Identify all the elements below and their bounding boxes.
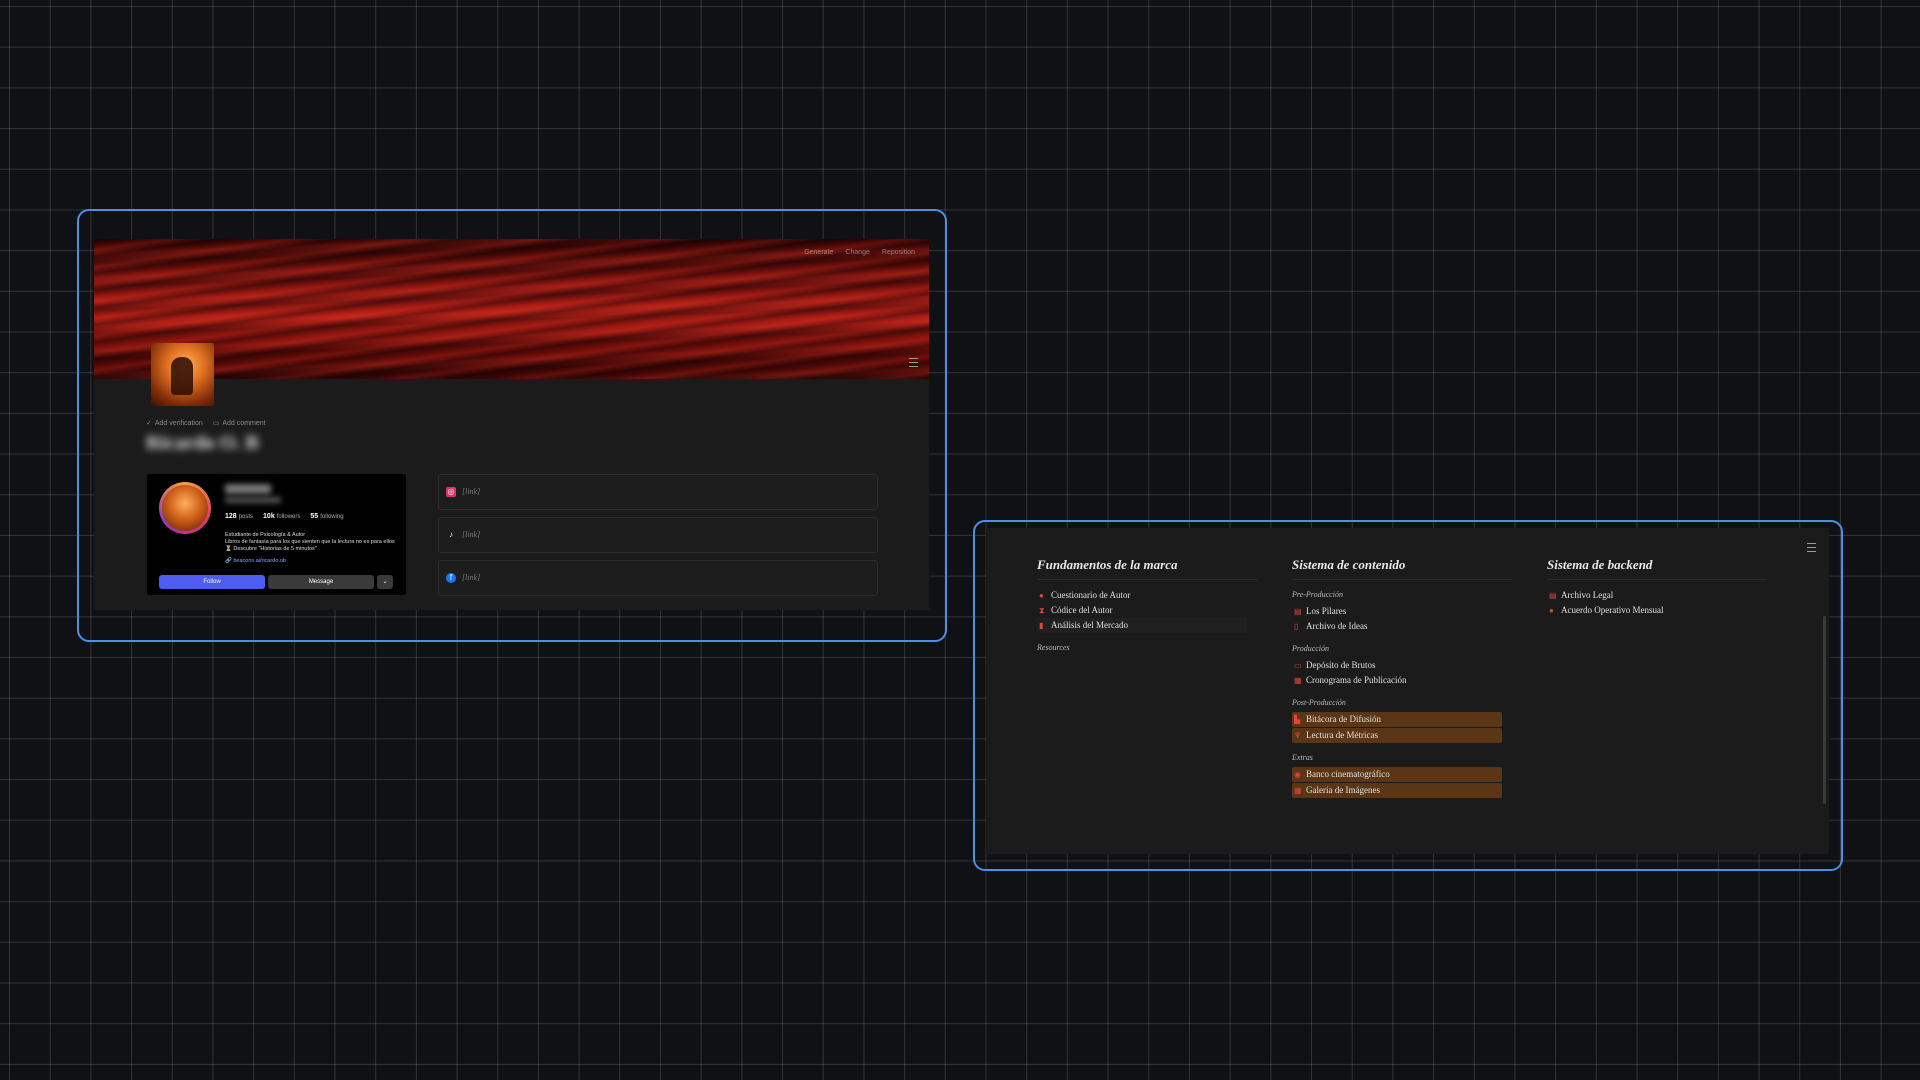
verified-icon: ✓ xyxy=(146,420,152,427)
link-cronograma-publicacion[interactable]: ▦ Cronograma de Publicación xyxy=(1292,673,1502,688)
link-analisis-mercado[interactable]: ▮ Análisis del Mercado xyxy=(1037,618,1247,633)
camera-icon: ◉ xyxy=(1294,770,1301,779)
ig-stats: 128 posts 10k followers 55 following xyxy=(225,513,344,520)
comment-icon: ▭ xyxy=(212,420,220,427)
cover-generate-button[interactable]: Generate xyxy=(804,249,833,256)
cover-menu: Generate Change Reposition xyxy=(804,249,915,256)
divider xyxy=(1292,579,1512,580)
ig-bio-link[interactable]: 🔗 beacons.ai/ricardo.ob xyxy=(225,558,286,564)
trophy-icon: ♆ xyxy=(1294,731,1302,740)
follow-button[interactable]: Follow xyxy=(159,575,265,589)
cover-change-button[interactable]: Change xyxy=(845,249,870,256)
section-label: Post-Producción xyxy=(1292,698,1346,707)
add-verification-button[interactable]: ✓ Add verification xyxy=(146,419,203,427)
link-archivo-ideas[interactable]: ▯ Archivo de Ideas xyxy=(1292,619,1502,634)
resources-label: Resources xyxy=(1037,643,1070,652)
link-lectura-metricas[interactable]: ♆ Lectura de Métricas xyxy=(1292,728,1502,743)
bar-chart-icon: ▮ xyxy=(1039,621,1044,630)
profile-page-window: Generate Change Reposition ✓ Add verifica… xyxy=(94,239,929,610)
link-cuestionario-autor[interactable]: ● Cuestionario de Autor xyxy=(1037,588,1247,603)
more-options-button[interactable]: ⌄ xyxy=(377,575,393,589)
section-label: Extras xyxy=(1292,753,1313,762)
section-label: Producción xyxy=(1292,644,1330,653)
scrollbar[interactable] xyxy=(1823,616,1826,804)
chart-icon: ▙ xyxy=(1294,715,1301,724)
cover-reposition-button[interactable]: Reposition xyxy=(882,249,915,256)
ig-username-blurred xyxy=(225,484,271,494)
document-icon: ▤ xyxy=(1549,591,1557,600)
column-title: Fundamentos de la marca xyxy=(1037,557,1178,572)
page-title[interactable]: Ricardo O. B xyxy=(146,432,259,455)
ig-posts-stat: 128 posts xyxy=(225,513,254,520)
page-icon-image[interactable] xyxy=(151,343,214,406)
add-comment-button[interactable]: ▭ Add comment xyxy=(213,419,266,427)
calendar-icon: ▦ xyxy=(1294,676,1302,685)
column-brand-foundations: Fundamentos de la marca ● Cuestionario de… xyxy=(1037,557,1257,657)
bookmark-icon: ▯ xyxy=(1294,622,1299,631)
column-backend-system: Sistema de backend ▤ Archivo Legal ● Acuer… xyxy=(1547,557,1767,618)
message-button[interactable]: Message xyxy=(268,575,374,589)
link-los-pilares[interactable]: ▤ Los Pilares xyxy=(1292,604,1502,619)
column-content-system: Sistema de contenido Pre-Producción ▤ Los… xyxy=(1292,557,1512,799)
tiktok-icon: ♪ xyxy=(449,530,453,539)
section-label: Pre-Producción xyxy=(1292,590,1343,599)
book-icon: ▤ xyxy=(1294,607,1302,616)
link-deposito-brutos[interactable]: ▭ Depósito de Brutos xyxy=(1292,658,1502,673)
column-title: Sistema de contenido xyxy=(1292,557,1406,572)
instagram-link-row[interactable]: ◎ [link] xyxy=(438,474,878,510)
image-grid-icon: ▦ xyxy=(1294,786,1302,795)
link-codice-autor[interactable]: ⧗ Códice del Autor xyxy=(1037,603,1247,618)
check-circle-icon: ● xyxy=(1549,606,1554,615)
link-archivo-legal[interactable]: ▤ Archivo Legal xyxy=(1547,588,1757,603)
page-meta-row: ✓ Add verification ▭ Add comment xyxy=(146,419,266,427)
monitor-icon: ▭ xyxy=(1294,661,1302,670)
dashboard-window: Fundamentos de la marca ● Cuestionario de… xyxy=(986,528,1829,854)
facebook-icon: f xyxy=(446,573,456,583)
link-bitacora-difusion[interactable]: ▙ Bitácora de Difusión xyxy=(1292,712,1502,727)
avatar xyxy=(159,482,211,534)
link-banco-cinematografico[interactable]: ◉ Banco cinematográfico xyxy=(1292,767,1502,782)
ig-bio: Estudiante de Psicología & Autor Libros … xyxy=(225,532,395,552)
link-galeria-imagenes[interactable]: ▦ Galería de Imágenes xyxy=(1292,783,1502,798)
instagram-icon: ◎ xyxy=(446,487,456,497)
link-placeholder: [link] xyxy=(462,530,481,539)
hourglass-icon: ⧗ xyxy=(1039,606,1045,615)
instagram-profile-card: 128 posts 10k followers 55 following Estudi… xyxy=(147,474,406,595)
link-placeholder: [link] xyxy=(462,487,481,496)
column-title: Sistema de backend xyxy=(1547,557,1653,572)
link-placeholder: [link] xyxy=(462,573,481,582)
cover-image[interactable] xyxy=(94,239,929,379)
ig-following-stat: 55 following xyxy=(310,513,344,520)
ig-fullname-blurred xyxy=(225,497,281,503)
question-icon: ● xyxy=(1039,591,1044,600)
tiktok-link-row[interactable]: ♪ [link] xyxy=(438,517,878,553)
ig-followers-stat: 10k followers xyxy=(263,513,301,520)
menu-lines-icon[interactable] xyxy=(909,358,918,370)
facebook-link-row[interactable]: f [link] xyxy=(438,560,878,596)
link-acuerdo-operativo[interactable]: ● Acuerdo Operativo Mensual xyxy=(1547,603,1757,618)
menu-lines-icon[interactable] xyxy=(1807,543,1816,555)
